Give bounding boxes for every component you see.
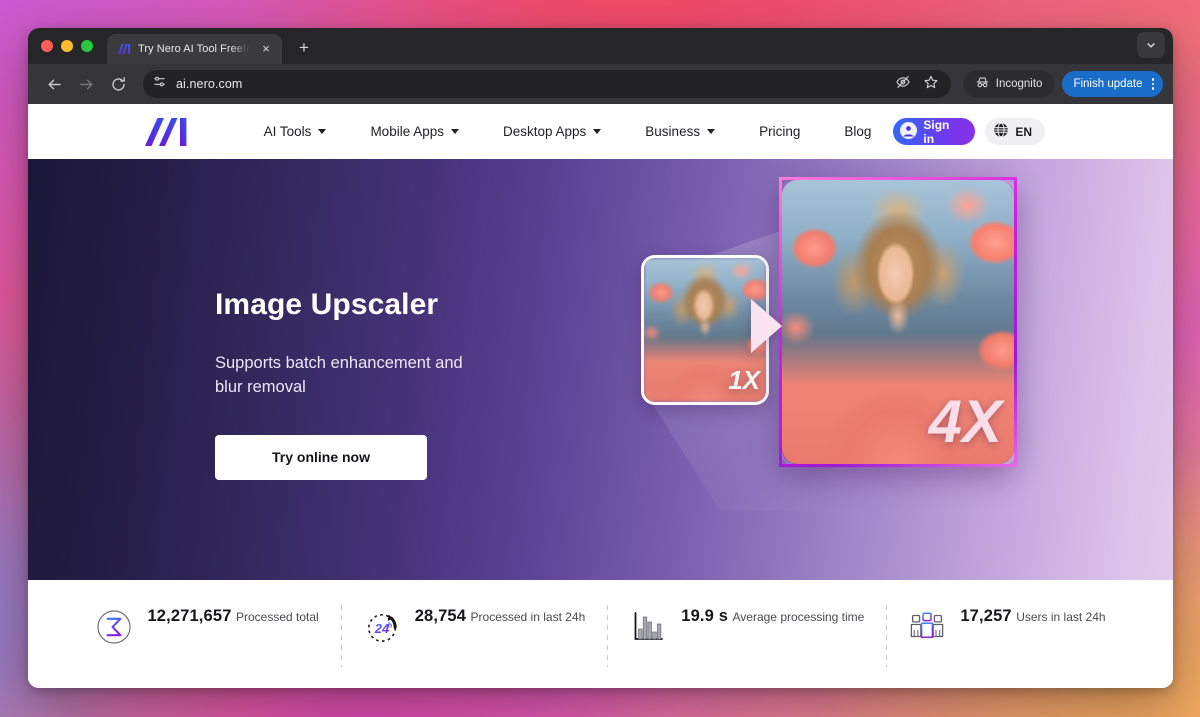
- finish-update-button[interactable]: Finish update: [1062, 71, 1163, 97]
- chevron-down-icon[interactable]: [1137, 32, 1165, 58]
- site-header: AI Tools Mobile Apps Desktop Apps Busine…: [28, 104, 1173, 159]
- star-icon[interactable]: [923, 74, 939, 95]
- address-bar-url: ai.nero.com: [176, 77, 243, 91]
- nav-item-desktop-apps[interactable]: Desktop Apps: [481, 124, 623, 139]
- close-tab-button[interactable]: ×: [258, 41, 274, 57]
- nav-label: Blog: [844, 124, 872, 139]
- nero-ai-logo-icon: [117, 42, 131, 56]
- scale-badge-after: 4X: [928, 388, 1002, 455]
- chevron-down-icon: [707, 129, 716, 134]
- browser-toolbar: ai.nero.com Incognito Finish update: [28, 64, 1173, 104]
- chevron-down-icon: [593, 129, 602, 134]
- chevron-down-icon: [450, 129, 459, 134]
- hero-visual: 1X 4X: [613, 159, 1083, 580]
- try-online-now-button[interactable]: Try online now: [215, 434, 427, 480]
- new-tab-button[interactable]: +: [290, 34, 318, 62]
- nav-item-pricing[interactable]: Pricing: [737, 124, 822, 139]
- sign-in-label: Sign in: [923, 117, 950, 146]
- reload-icon[interactable]: [104, 70, 132, 98]
- browser-window: Try Nero AI Tool Free!#Enlarge × +: [28, 28, 1173, 688]
- stat-value: 28,754: [414, 607, 467, 625]
- address-bar[interactable]: ai.nero.com: [143, 70, 951, 98]
- stat-value: 19.9 s: [681, 607, 729, 625]
- stat-users-last-24h: 17,257 Users in last 24h: [886, 605, 1127, 667]
- sign-in-button[interactable]: Sign in: [893, 117, 976, 146]
- nav-label: Mobile Apps: [370, 124, 444, 139]
- browser-tab[interactable]: Try Nero AI Tool Free!#Enlarge ×: [107, 34, 282, 64]
- tune-sliders-icon[interactable]: [152, 74, 167, 94]
- play-arrow-icon: [751, 299, 782, 353]
- nav-label: Desktop Apps: [502, 124, 587, 139]
- incognito-indicator[interactable]: Incognito: [962, 70, 1055, 98]
- page-viewport: AI Tools Mobile Apps Desktop Apps Busine…: [28, 104, 1173, 688]
- stats-bar: 12,271,657 Processed total 24 h 28,754 P…: [28, 580, 1173, 688]
- language-selector[interactable]: EN: [985, 118, 1045, 145]
- arrow-right-icon[interactable]: [72, 70, 100, 98]
- maximize-window-button[interactable]: [81, 40, 93, 52]
- finish-update-label: Finish update: [1073, 78, 1143, 90]
- stat-label: Average processing time: [732, 610, 865, 624]
- stat-value: 17,257: [960, 607, 1012, 625]
- users-group-icon: [908, 608, 946, 646]
- bar-chart-icon: [629, 608, 667, 646]
- stat-label: Users in last 24h: [1016, 610, 1106, 624]
- desktop-wallpaper: Try Nero AI Tool Free!#Enlarge × +: [0, 0, 1200, 717]
- svg-text:h: h: [388, 623, 392, 630]
- stat-average-processing-time: 19.9 s Average processing time: [607, 605, 886, 667]
- nav-label: Pricing: [759, 124, 801, 139]
- nav-label: Business: [645, 124, 701, 139]
- nav-item-business[interactable]: Business: [623, 124, 737, 139]
- clock-24h-icon: 24 h: [363, 608, 401, 646]
- window-traffic-lights: [41, 28, 107, 64]
- stat-label: Processed in last 24h: [470, 610, 586, 624]
- nav-label: AI Tools: [263, 124, 312, 139]
- stat-processed-total: 12,271,657 Processed total: [73, 605, 340, 667]
- nero-ai-logo-icon[interactable]: [144, 117, 194, 147]
- minimize-window-button[interactable]: [61, 40, 73, 52]
- nav-item-mobile-apps[interactable]: Mobile Apps: [348, 124, 481, 139]
- close-window-button[interactable]: [41, 40, 53, 52]
- user-avatar-icon: [900, 121, 918, 142]
- nav-item-blog[interactable]: Blog: [822, 124, 893, 139]
- browser-tab-strip: Try Nero AI Tool Free!#Enlarge × +: [28, 28, 1173, 64]
- browser-tab-title: Try Nero AI Tool Free!#Enlarge: [138, 43, 251, 55]
- hero-section: Image Upscaler Supports batch enhancemen…: [28, 159, 1173, 580]
- stat-label: Processed total: [235, 610, 319, 624]
- scale-badge-before: 1X: [728, 365, 760, 395]
- chevron-down-icon: [318, 129, 327, 134]
- hero-subtitle: Supports batch enhancement and blur remo…: [215, 354, 463, 397]
- site-header-actions: Sign in EN: [893, 117, 1137, 146]
- before-image-thumbnail[interactable]: 1X: [641, 255, 769, 405]
- site-nav: AI Tools Mobile Apps Desktop Apps Busine…: [242, 124, 894, 139]
- kebab-menu-icon[interactable]: [1150, 78, 1157, 90]
- sigma-sum-icon: [95, 608, 133, 646]
- page-title: Image Upscaler: [215, 288, 439, 321]
- globe-icon: [993, 122, 1009, 141]
- eye-crossed-icon[interactable]: [895, 74, 911, 95]
- language-label: EN: [1015, 124, 1032, 139]
- nav-item-ai-tools[interactable]: AI Tools: [242, 124, 349, 139]
- after-image-thumbnail[interactable]: 4X: [779, 177, 1017, 467]
- incognito-hat-icon: [975, 75, 990, 93]
- stat-processed-last-24h: 24 h 28,754 Processed in last 24h: [340, 605, 608, 667]
- hero-copy: Image Upscaler Supports batch enhancemen…: [215, 288, 635, 480]
- arrow-left-icon[interactable]: [40, 70, 68, 98]
- incognito-label: Incognito: [995, 78, 1043, 90]
- stat-value: 12,271,657: [147, 607, 232, 625]
